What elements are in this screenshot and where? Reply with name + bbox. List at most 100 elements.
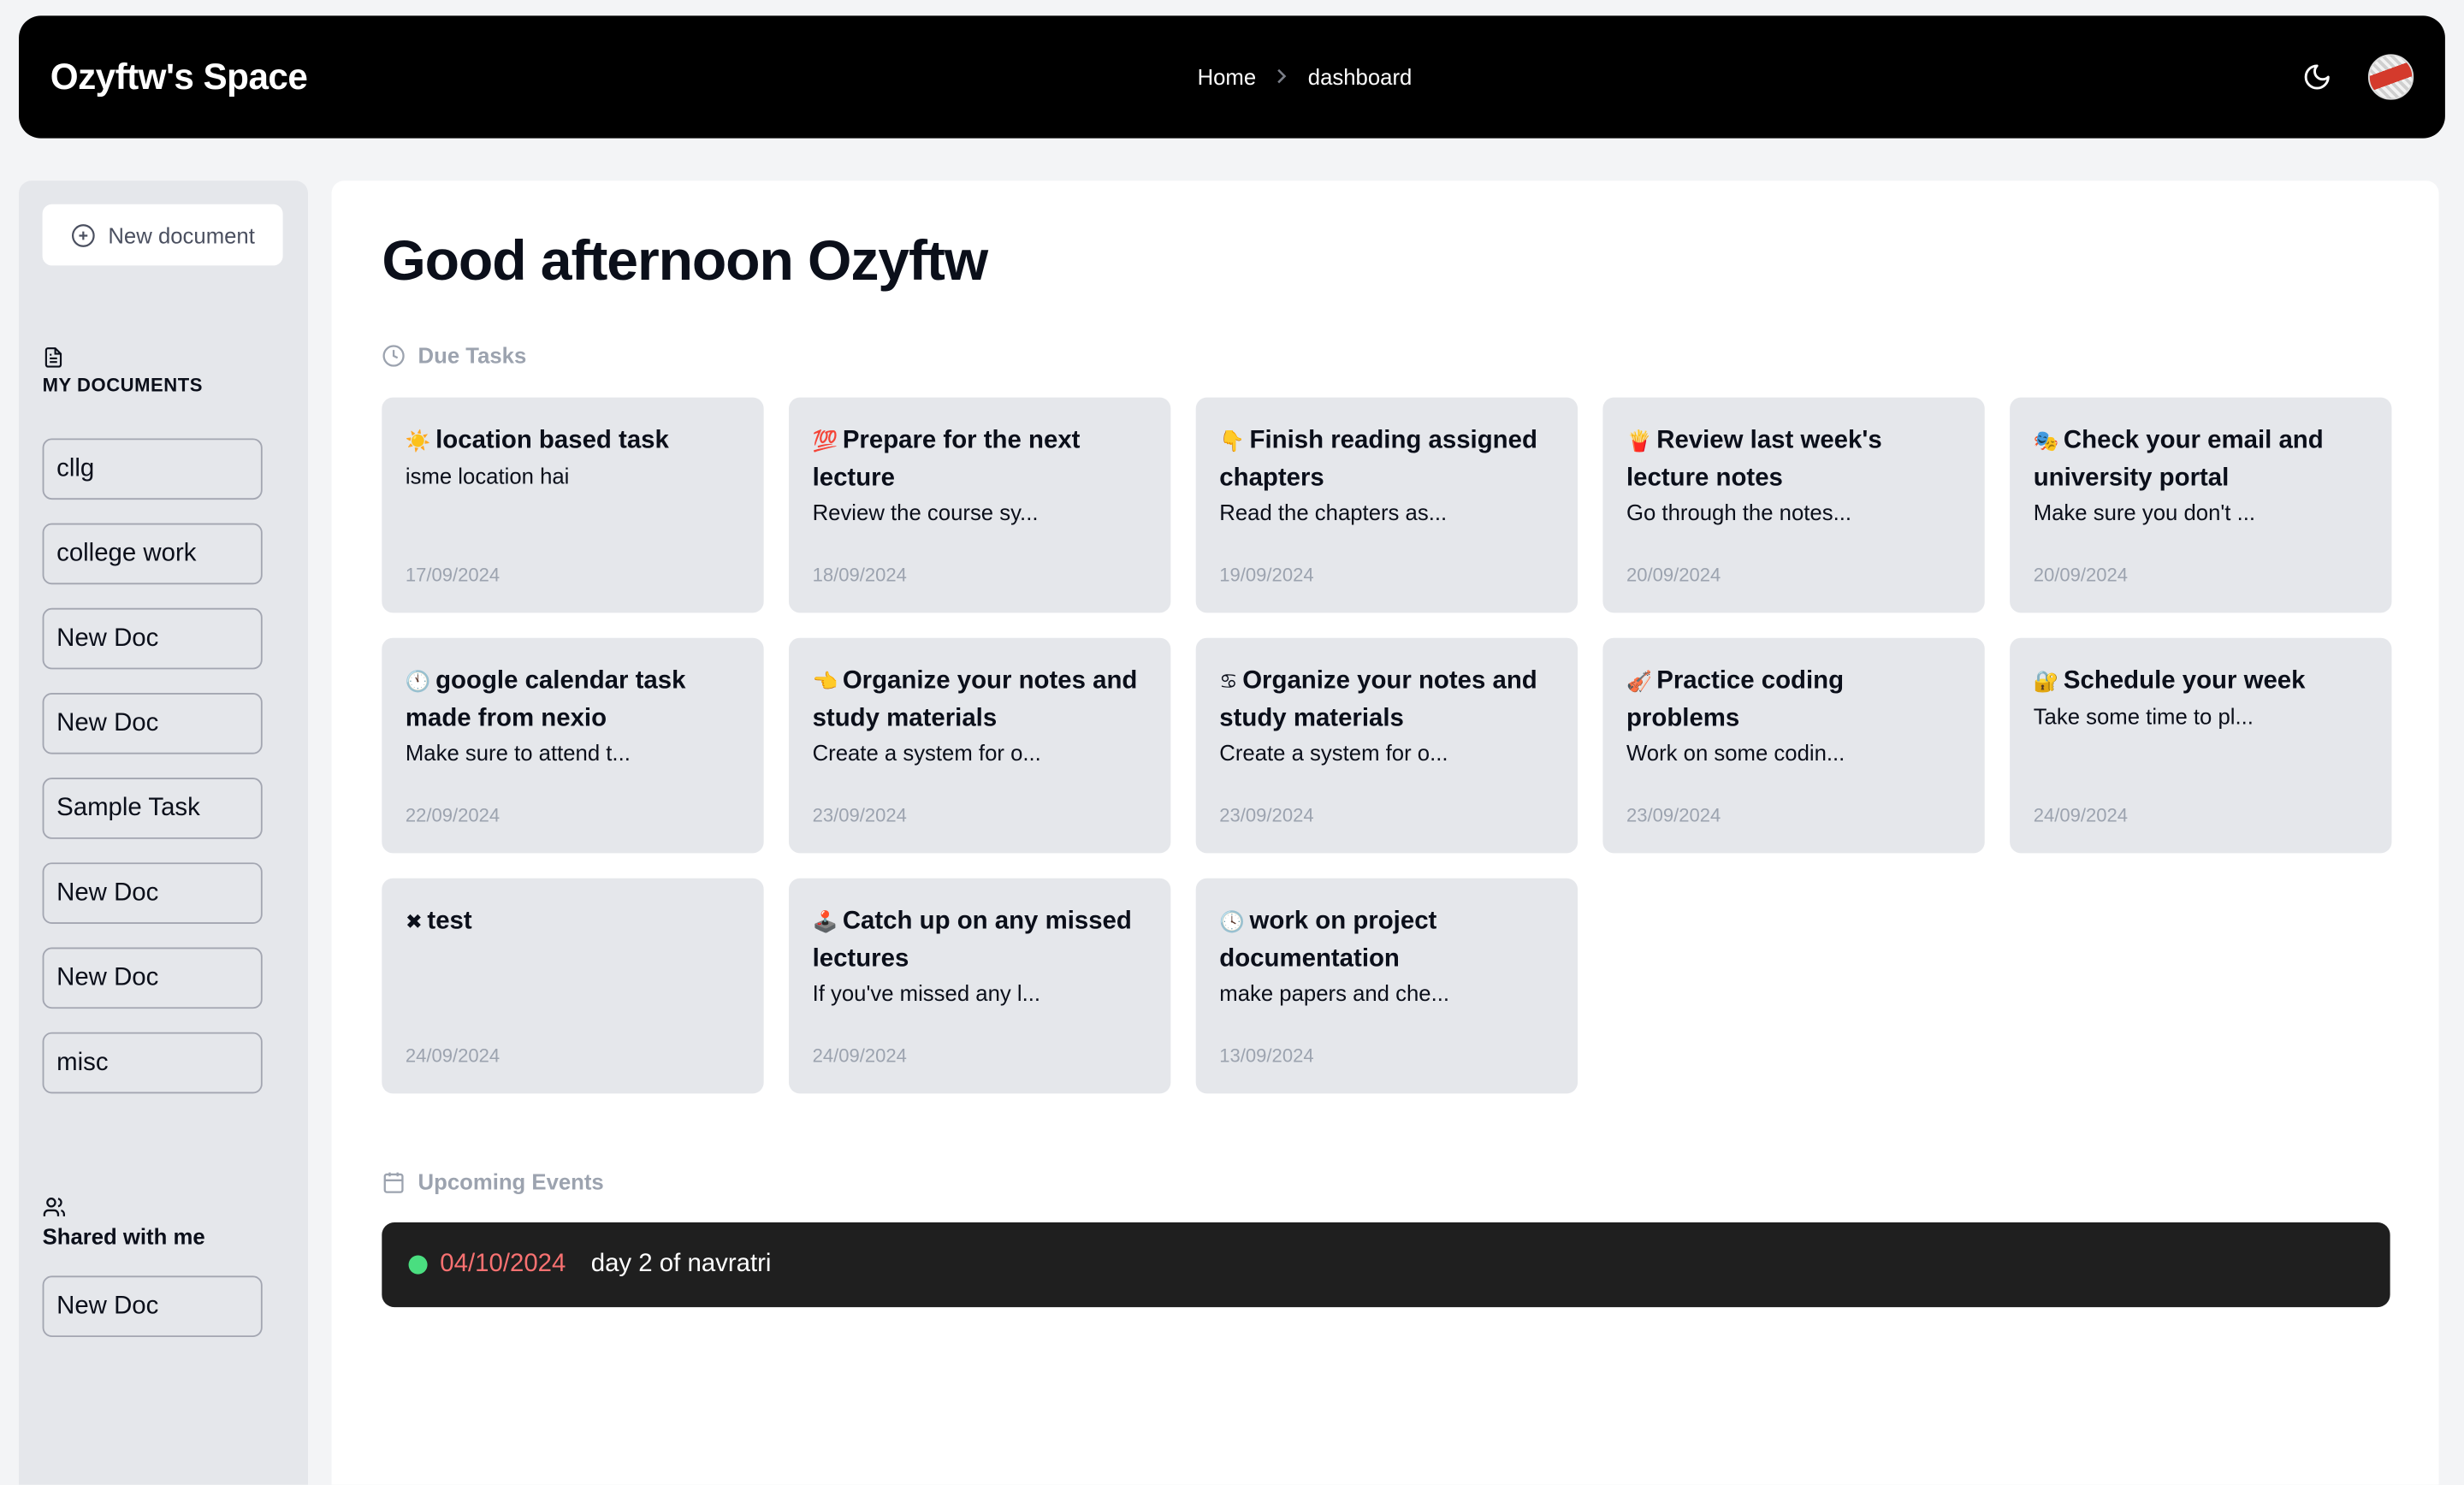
task-due-date: 17/09/2024 xyxy=(405,564,500,587)
document-item[interactable]: New Doc xyxy=(42,947,263,1009)
task-emoji-icon: 🔐 xyxy=(2033,669,2059,693)
document-item[interactable]: New Doc xyxy=(42,1275,263,1338)
shared-title: Shared with me xyxy=(42,1223,205,1250)
task-emoji-icon: 👈 xyxy=(812,669,838,693)
dashboard-panel: Good afternoon Ozyftw Due Tasks ☀️ locati… xyxy=(331,180,2439,1485)
task-title-text: Finish reading assigned chapters xyxy=(1219,427,1537,491)
task-card[interactable]: 🍟 Review last week's lecture notes Go thro… xyxy=(1602,397,1985,613)
new-document-button[interactable]: New document xyxy=(42,204,283,266)
task-title-text: Catch up on any missed lectures xyxy=(812,908,1132,972)
users-icon xyxy=(43,1198,65,1216)
task-title-text: Organize your notes and study materials xyxy=(812,667,1138,731)
task-card[interactable]: ♋ Organize your notes and study materials… xyxy=(1195,637,1578,854)
task-description: Make sure you don't ... xyxy=(2033,500,2256,525)
task-title: ☀️ location based task xyxy=(406,423,740,459)
upcoming-events-label: Upcoming Events xyxy=(418,1168,604,1194)
task-due-date: 24/09/2024 xyxy=(405,1044,500,1068)
sidebar: New document MY DOCUMENTS cllg college wo… xyxy=(19,180,308,1485)
header-actions xyxy=(2299,54,2414,100)
chevron-right-icon xyxy=(1275,65,1289,89)
page-title: Good afternoon Ozyftw xyxy=(382,228,988,293)
breadcrumb: Home dashboard xyxy=(1198,64,1413,89)
task-due-date: 23/09/2024 xyxy=(1626,804,1721,827)
task-emoji-icon: 🕚 xyxy=(405,669,431,693)
document-item[interactable]: misc xyxy=(42,1032,263,1094)
document-item[interactable]: college work xyxy=(42,523,263,585)
task-due-date: 22/09/2024 xyxy=(405,804,500,827)
event-status-dot xyxy=(408,1255,428,1275)
task-card[interactable]: 🔐 Schedule your week Take some time to pl.… xyxy=(2010,637,2392,854)
event-title: day 2 of navratri xyxy=(590,1251,772,1278)
task-card[interactable]: 👇 Finish reading assigned chapters Read th… xyxy=(1195,397,1578,613)
task-title-text: Check your email and university portal xyxy=(2033,427,2324,491)
task-emoji-icon: 🕓 xyxy=(1219,909,1246,933)
task-title-text: work on project documentation xyxy=(1219,908,1437,972)
breadcrumb-home[interactable]: Home xyxy=(1198,64,1257,89)
top-navbar: Ozyftw's Space Home dashboard xyxy=(19,15,2445,139)
my-documents-title: MY DOCUMENTS xyxy=(42,374,204,396)
event-date: 04/10/2024 xyxy=(440,1251,566,1278)
task-title: 🎭 Check your email and university portal xyxy=(2034,423,2368,496)
clock-icon xyxy=(382,344,405,366)
document-item[interactable]: Sample Task xyxy=(42,778,263,839)
task-title-text: Prepare for the next lecture xyxy=(812,427,1081,491)
task-card[interactable]: ☀️ location based task isme location hai 17… xyxy=(382,397,764,613)
theme-toggle-button[interactable] xyxy=(2299,60,2333,94)
task-due-date: 23/09/2024 xyxy=(1219,804,1314,827)
task-card[interactable]: ✖ test 24/09/2024 xyxy=(382,878,764,1094)
task-title-text: Review last week's lecture notes xyxy=(1626,427,1882,491)
task-title: ♋ Organize your notes and study materials xyxy=(1219,663,1554,737)
task-card[interactable]: 🕹️ Catch up on any missed lectures If you'… xyxy=(789,878,1171,1094)
task-title: 🕓 work on project documentation xyxy=(1219,903,1554,977)
task-card[interactable]: 🎭 Check your email and university portal M… xyxy=(2010,397,2392,613)
task-emoji-icon: 🍟 xyxy=(1626,429,1652,453)
task-title: 👈 Organize your notes and study materials xyxy=(813,663,1147,737)
task-title: 🎻 Practice coding problems xyxy=(1626,663,1961,737)
task-description: make papers and che... xyxy=(1219,980,1450,1006)
task-emoji-icon: 🕹️ xyxy=(812,909,838,933)
task-title-text: google calendar task made from nexio xyxy=(405,667,686,731)
task-emoji-icon: 💯 xyxy=(812,429,838,453)
brand-title[interactable]: Ozyftw's Space xyxy=(50,56,308,98)
task-due-date: 19/09/2024 xyxy=(1219,564,1314,587)
task-due-date: 23/09/2024 xyxy=(812,804,907,827)
task-title-text: Schedule your week xyxy=(2063,667,2306,695)
task-emoji-icon: ☀️ xyxy=(405,429,431,453)
my-documents-header: MY DOCUMENTS xyxy=(43,346,203,396)
task-card[interactable]: 🕚 google calendar task made from nexio Mak… xyxy=(382,637,764,854)
task-emoji-icon: 🎭 xyxy=(2033,429,2059,453)
breadcrumb-dashboard[interactable]: dashboard xyxy=(1308,64,1413,89)
document-item[interactable]: New Doc xyxy=(42,862,263,924)
task-card[interactable]: 👈 Organize your notes and study materials… xyxy=(789,637,1171,854)
task-description: isme location hai xyxy=(405,462,570,488)
event-item[interactable]: 04/10/2024 day 2 of navratri xyxy=(382,1222,2390,1308)
avatar[interactable] xyxy=(2367,54,2414,100)
my-documents-list: cllg college work New Doc New Doc Sample Tas… xyxy=(42,438,263,1094)
document-item[interactable]: cllg xyxy=(42,438,263,500)
moon-icon xyxy=(2303,64,2329,90)
task-title-text: Practice coding problems xyxy=(1626,667,1845,731)
task-due-date: 13/09/2024 xyxy=(1219,1044,1314,1068)
document-item[interactable]: New Doc xyxy=(42,692,263,754)
document-item[interactable]: New Doc xyxy=(42,607,263,670)
task-description: Work on some codin... xyxy=(1626,740,1845,766)
calendar-icon xyxy=(383,1171,404,1192)
task-title: ✖ test xyxy=(406,903,740,940)
shared-header: Shared with me xyxy=(43,1196,205,1249)
new-document-label: New document xyxy=(108,222,255,248)
task-description: If you've missed any l... xyxy=(812,980,1041,1006)
document-icon xyxy=(44,347,62,368)
task-card[interactable]: 🎻 Practice coding problems Work on some co… xyxy=(1602,637,1985,854)
task-due-date: 24/09/2024 xyxy=(812,1044,907,1068)
task-title: 🕹️ Catch up on any missed lectures xyxy=(813,903,1147,977)
task-card[interactable]: 💯 Prepare for the next lecture Review the … xyxy=(789,397,1171,613)
upcoming-events-header: Upcoming Events xyxy=(382,1168,604,1194)
task-emoji-icon: 👇 xyxy=(1219,429,1246,453)
task-due-date: 20/09/2024 xyxy=(1626,564,1721,587)
task-title: 🔐 Schedule your week xyxy=(2034,663,2368,700)
task-emoji-icon: ✖ xyxy=(405,909,423,933)
task-description: Make sure to attend t... xyxy=(405,740,631,766)
task-description: Create a system for o... xyxy=(1219,740,1448,766)
task-card[interactable]: 🕓 work on project documentation make paper… xyxy=(1195,878,1578,1094)
task-title-text: location based task xyxy=(435,427,669,454)
